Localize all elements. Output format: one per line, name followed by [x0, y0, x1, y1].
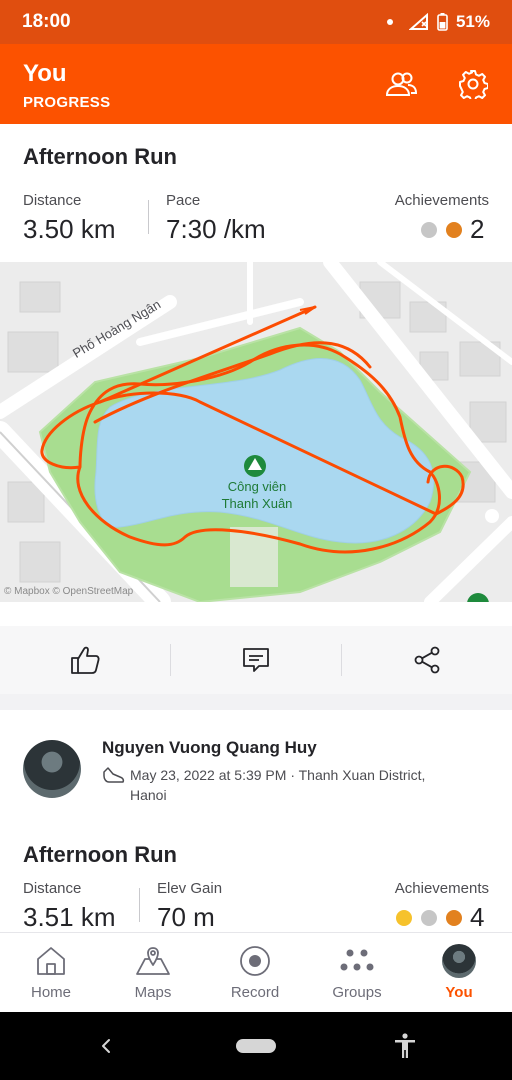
kudos-button[interactable]	[0, 626, 170, 694]
page-subtitle-tab[interactable]: PROGRESS	[23, 94, 110, 111]
bronze-medal-icon	[446, 222, 462, 238]
park-label: Công viên Thanh Xuân	[204, 478, 310, 512]
map-attribution[interactable]: © Mapbox © OpenStreetMap	[4, 586, 133, 597]
nav-label-maps: Maps	[134, 984, 172, 1001]
stat-value-elev-gain: 70 m	[157, 902, 215, 932]
stat-value-distance: 3.51 km	[23, 902, 116, 932]
gear-icon	[459, 70, 488, 99]
nav-home[interactable]: Home	[0, 933, 102, 1013]
system-navigation-bar	[0, 1012, 512, 1080]
settings-button[interactable]	[455, 66, 491, 102]
activity-card[interactable]: Nguyen Vuong Quang Huy May 23, 2022 at 5…	[0, 710, 512, 932]
signal-icon	[408, 13, 428, 30]
achievements-label: Achievements	[394, 192, 489, 209]
athlete-name[interactable]: Nguyen Vuong Quang Huy	[102, 738, 317, 758]
share-icon	[414, 646, 440, 674]
like-icon	[71, 646, 100, 674]
stat-label-distance: Distance	[23, 880, 82, 897]
shoe-icon	[103, 767, 125, 783]
stat-label-pace: Pace	[166, 192, 201, 209]
athlete-avatar[interactable]	[23, 740, 81, 798]
stat-value-distance: 3.50 km	[23, 214, 116, 244]
activity-actions	[0, 626, 512, 694]
page-title: You	[23, 60, 67, 87]
map-icon	[135, 943, 171, 979]
bronze-medal-icon	[446, 910, 462, 926]
find-friends-button[interactable]	[383, 66, 419, 102]
home-pill-icon	[236, 1039, 276, 1053]
nav-label-home: Home	[30, 984, 71, 1001]
activity-location-city: Hanoi	[130, 787, 167, 803]
record-icon	[237, 943, 273, 979]
battery-percent: 51%	[455, 12, 490, 31]
home-system-button[interactable]	[236, 1028, 276, 1064]
app-header: You PROGRESS	[0, 44, 512, 124]
stat-label-elev-gain: Elev Gain	[157, 880, 223, 897]
activity-card[interactable]: Afternoon Run Distance 3.50 km Pace 7:30…	[0, 124, 512, 694]
battery-icon	[437, 13, 448, 31]
activity-feed[interactable]: Afternoon Run Distance 3.50 km Pace 7:30…	[0, 124, 512, 932]
profile-avatar	[442, 944, 476, 978]
status-time: 18:00	[22, 11, 71, 32]
status-indicators: 51%	[386, 12, 490, 32]
back-icon	[102, 1039, 110, 1053]
notification-dot-icon	[386, 19, 393, 25]
home-icon	[33, 943, 69, 979]
gold-medal-icon	[396, 910, 412, 926]
stat-divider	[139, 888, 140, 922]
achievements-count: 2	[470, 214, 485, 244]
stat-label-distance: Distance	[23, 192, 82, 209]
nav-groups[interactable]: Groups	[306, 933, 408, 1013]
share-button[interactable]	[342, 626, 512, 694]
map-canvas	[0, 262, 512, 602]
park-label-line2: Thanh Xuân	[221, 496, 293, 511]
nav-label-record: Record	[230, 984, 280, 1001]
route-map[interactable]: Phố Hoàng Ngân Công viên Thanh Xuân © Ma…	[0, 262, 512, 602]
nav-you[interactable]: You	[408, 933, 510, 1013]
status-bar: 18:00 51%	[0, 0, 512, 44]
nav-label-you: You	[445, 984, 473, 1001]
back-button[interactable]	[92, 1028, 120, 1064]
bottom-navigation: Home Maps Record Groups You	[0, 932, 512, 1012]
comment-button[interactable]	[171, 626, 341, 694]
silver-medal-icon	[421, 910, 437, 926]
activity-title[interactable]: Afternoon Run	[23, 842, 177, 868]
groups-icon	[339, 943, 375, 979]
park-label-line1: Công viên	[227, 479, 287, 494]
silver-medal-icon	[421, 222, 437, 238]
stat-value-pace: 7:30 /km	[166, 214, 266, 244]
activity-date-location: May 23, 2022 at 5:39 PM · Thanh Xuan Dis…	[130, 767, 426, 783]
activity-title[interactable]: Afternoon Run	[23, 144, 177, 170]
nav-label-groups: Groups	[332, 984, 382, 1001]
nav-record[interactable]: Record	[204, 933, 306, 1013]
nav-maps[interactable]: Maps	[102, 933, 204, 1013]
stat-divider	[148, 200, 149, 234]
comment-icon	[243, 648, 269, 672]
accessibility-button[interactable]	[390, 1028, 420, 1064]
avatar-icon	[441, 943, 477, 979]
accessibility-icon	[395, 1033, 415, 1058]
people-icon	[385, 72, 418, 96]
achievements-label: Achievements	[394, 880, 489, 897]
achievements-count: 4	[470, 902, 485, 932]
